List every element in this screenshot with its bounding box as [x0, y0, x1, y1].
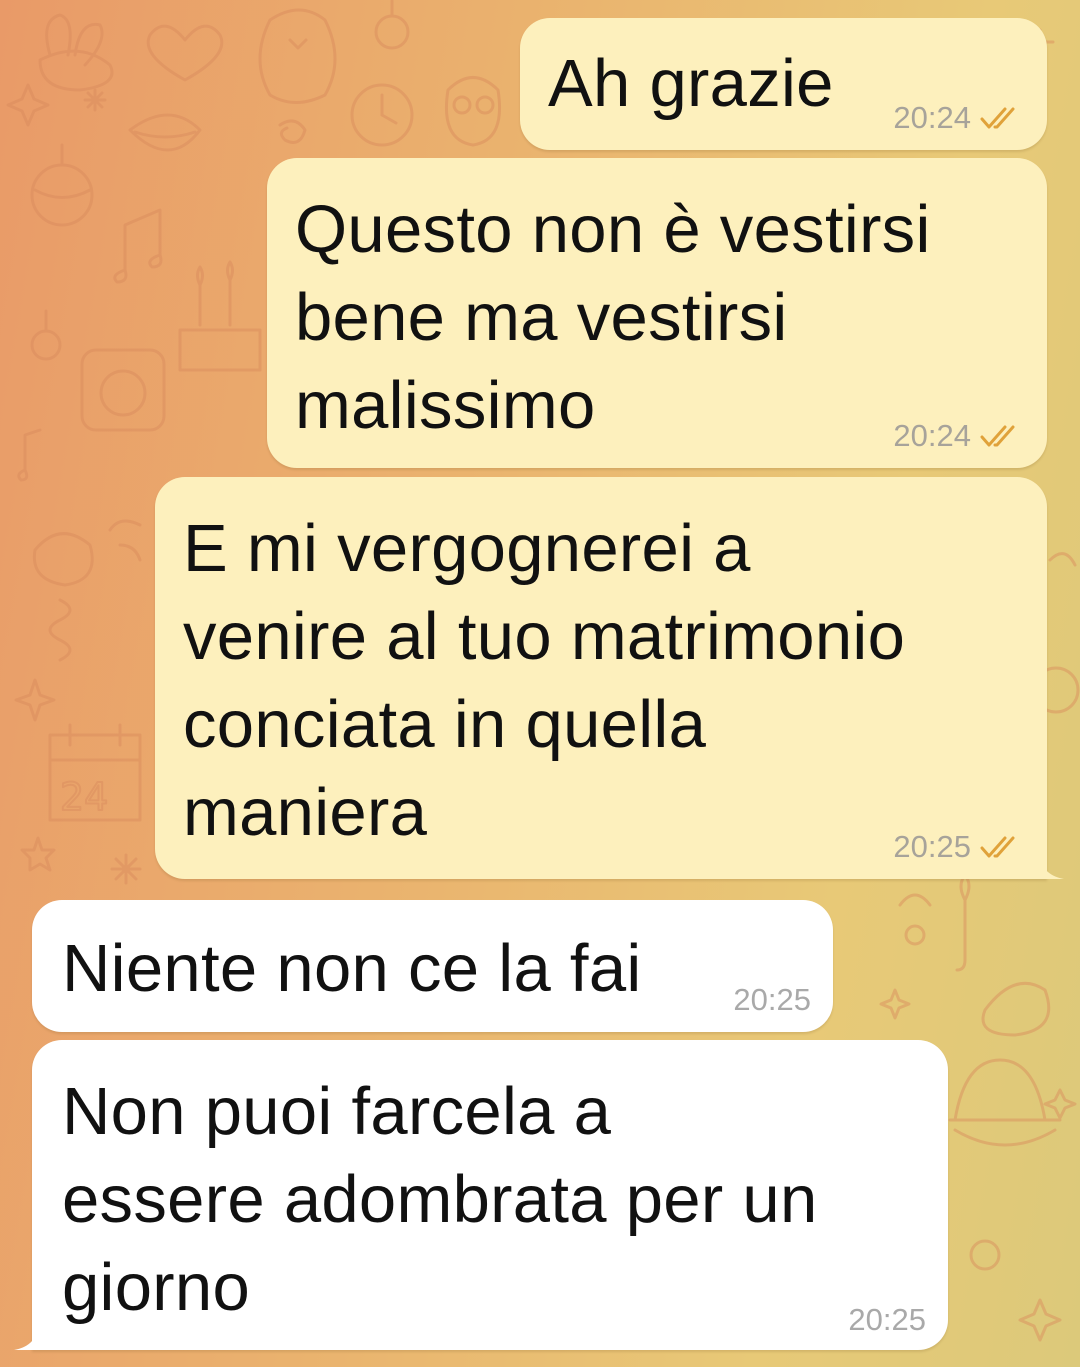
- message-time: 20:24: [893, 100, 971, 135]
- double-check-icon: [979, 105, 1025, 131]
- message-time: 20:25: [733, 982, 811, 1017]
- message-meta: 20:24: [893, 418, 1025, 454]
- message-text: Ah grazie: [548, 46, 834, 121]
- message-meta: 20:24: [893, 100, 1025, 136]
- message-text: Non puoi farcela a essere adombrata per …: [62, 1074, 818, 1325]
- message-time: 20:25: [848, 1302, 926, 1337]
- message-bubble-outgoing[interactable]: E mi vergognerei a venire al tuo matrimo…: [155, 477, 1047, 879]
- message-bubble-incoming[interactable]: Non puoi farcela a essere adombrata per …: [32, 1040, 948, 1350]
- message-bubble-outgoing[interactable]: Ah grazie 20:24: [520, 18, 1047, 150]
- message-time: 20:25: [893, 829, 971, 864]
- message-text: Questo non è vestirsi bene ma vestirsi m…: [295, 192, 931, 443]
- message-meta: 20:25: [733, 982, 811, 1018]
- message-time: 20:24: [893, 418, 971, 453]
- bubble-tail-incoming: [14, 1320, 40, 1350]
- message-meta: 20:25: [893, 829, 1025, 865]
- svg-text:24: 24: [60, 775, 108, 819]
- bubble-tail-outgoing: [1038, 849, 1064, 879]
- message-meta: 20:25: [848, 1302, 926, 1338]
- message-text: Niente non ce la fai: [62, 931, 642, 1006]
- message-bubble-outgoing[interactable]: Questo non è vestirsi bene ma vestirsi m…: [267, 158, 1047, 468]
- double-check-icon: [979, 834, 1025, 860]
- double-check-icon: [979, 423, 1025, 449]
- message-bubble-incoming[interactable]: Niente non ce la fai 20:25: [32, 900, 833, 1032]
- message-text: E mi vergognerei a venire al tuo matrimo…: [183, 511, 906, 850]
